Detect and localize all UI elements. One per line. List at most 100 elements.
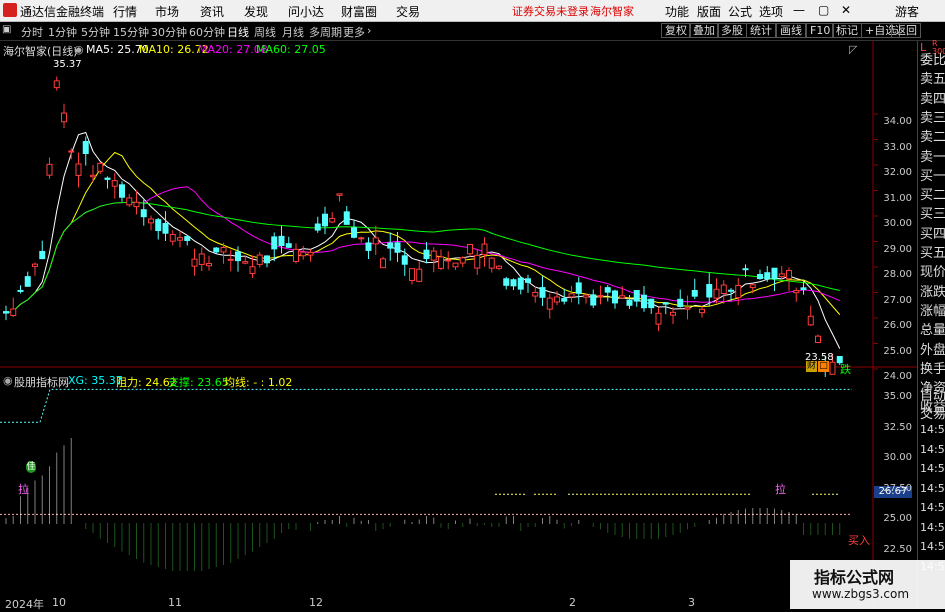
menu-gongshi[interactable]: 公式 (728, 3, 752, 20)
watermark: 指标公式网 www.zbgs3.com (790, 560, 945, 609)
period-weekly[interactable]: 周线 (254, 24, 276, 40)
candle-body (198, 253, 205, 265)
fall-tag[interactable]: 跌 (840, 361, 851, 377)
period-more[interactable]: 更多 (343, 24, 365, 40)
side-label: 卖五 (920, 72, 945, 88)
menu-faxian[interactable]: 发现 (244, 3, 268, 20)
candle-body (677, 298, 684, 308)
period-5min[interactable]: 5分钟 (81, 24, 110, 40)
btn-diejia[interactable]: 叠加 (689, 23, 719, 38)
ind-tick: 25.00 (883, 513, 912, 524)
candle-body (503, 278, 510, 286)
side-label: 买一 (920, 168, 945, 184)
btn-huaxian[interactable]: 画线 (776, 23, 806, 38)
candle-body (430, 250, 437, 261)
watermark-url: www.zbgs3.com (812, 587, 910, 601)
xg-label: XG: 35.37 (68, 374, 123, 387)
menu-xuanxiang[interactable]: 选项 (759, 3, 783, 20)
side-label[interactable]: 自动 (920, 385, 945, 404)
period-multi[interactable]: 多周期 (309, 24, 342, 40)
expand-icon[interactable]: ◸ (849, 43, 857, 56)
candle-body (467, 243, 473, 255)
candle-body (619, 295, 626, 299)
btn-tongji[interactable]: 统计 (746, 23, 776, 38)
period-fenshi[interactable]: 分时 (21, 24, 43, 40)
side-time: 14:56 (920, 520, 945, 534)
candle-body (575, 282, 582, 294)
ind-tick: 32.50 (883, 422, 912, 433)
la-marker-1: 拉 (18, 483, 29, 496)
collapse-icon[interactable]: ▣ (2, 24, 11, 35)
period-60min[interactable]: 60分钟 (189, 24, 225, 40)
side-time: 14:56 (920, 442, 945, 456)
btn-fuquan[interactable]: 复权 (661, 23, 691, 38)
candle-body (554, 296, 560, 303)
login-notice[interactable]: 证券交易未登录 (512, 3, 589, 19)
candle-body (249, 266, 256, 274)
btn-f10[interactable]: F10 (806, 23, 835, 38)
buy-signal: 买入 (848, 534, 870, 547)
menu-gongneng[interactable]: 功能 (665, 3, 689, 20)
date-tick: 10 (52, 596, 66, 609)
menu-banmian[interactable]: 版面 (697, 3, 721, 20)
user-label[interactable]: 游客 (895, 3, 919, 20)
menu-caifuquan[interactable]: 财富圈 (341, 3, 377, 20)
side-label: 卖二 (920, 130, 945, 146)
candle-body (336, 193, 343, 196)
candle-body (314, 223, 321, 231)
date-tick: 2 (569, 596, 576, 609)
indicator-settings-icon[interactable]: ◉ (3, 374, 13, 387)
period-1min[interactable]: 1分钟 (48, 24, 77, 40)
candle-body (829, 361, 836, 375)
candle-body (786, 269, 792, 280)
price-tick: 34.00 (883, 116, 912, 127)
finance-tag-2[interactable]: □ (818, 361, 829, 372)
date-tick: 2024年 (5, 598, 44, 611)
menu-zixun[interactable]: 资讯 (200, 3, 224, 20)
period-toolbar: ▣ 分时 1分钟 5分钟 15分钟 30分钟 60分钟 日线 周线 月线 多周期… (0, 22, 945, 41)
app-logo-icon (3, 3, 17, 17)
side-label: 买五 (920, 246, 945, 261)
app-title: 通达信金融终端 (20, 5, 105, 19)
candle-body (97, 162, 104, 172)
candle-body (242, 261, 249, 264)
btn-fanhui[interactable]: 返回 (891, 23, 921, 38)
ind-tick: 22.50 (883, 544, 912, 555)
menu-shichang[interactable]: 市场 (155, 3, 179, 20)
menu-wenxiaoda[interactable]: 问小达 (288, 3, 324, 20)
candle-body (561, 298, 568, 302)
candle-body (691, 290, 698, 297)
candle-body (612, 290, 618, 304)
btn-biaoji[interactable]: 标记 (832, 23, 862, 38)
candle-body (706, 283, 713, 298)
candle-body (749, 284, 756, 289)
restore-icon[interactable]: ▢ (818, 3, 829, 17)
minimize-icon[interactable]: — (793, 3, 805, 17)
period-15min[interactable]: 15分钟 (113, 24, 149, 40)
ma-settings-icon[interactable]: ◉ (74, 43, 84, 56)
finance-tag[interactable]: 财 (806, 361, 817, 372)
candle-body (307, 251, 314, 256)
period-monthly[interactable]: 月线 (282, 24, 304, 40)
price-tick: 33.00 (883, 142, 912, 153)
side-label: 外盘 (920, 342, 945, 358)
chart-title: 海尔智家(日线) (3, 45, 78, 58)
side-label: 买三 (920, 207, 945, 223)
candle-body (322, 213, 328, 227)
candle-body (126, 197, 133, 206)
side-time: 14:56 (920, 501, 945, 514)
period-30min[interactable]: 30分钟 (151, 24, 187, 40)
la-marker-2: 拉 (775, 483, 786, 496)
candle-body (626, 299, 633, 306)
close-icon[interactable]: ✕ (841, 3, 851, 17)
side-label[interactable]: 交易 (920, 403, 945, 422)
kline-chart[interactable] (0, 41, 917, 609)
btn-duogu[interactable]: 多股 (717, 23, 747, 38)
candle-body (271, 236, 278, 250)
menu-hangqing[interactable]: 行情 (113, 3, 137, 20)
candle-body (793, 290, 800, 294)
menu-jiaoyi[interactable]: 交易 (396, 3, 420, 20)
period-daily[interactable]: 日线 (227, 24, 249, 40)
more-arrow-icon[interactable]: › (367, 24, 371, 37)
candle-body (517, 277, 524, 290)
